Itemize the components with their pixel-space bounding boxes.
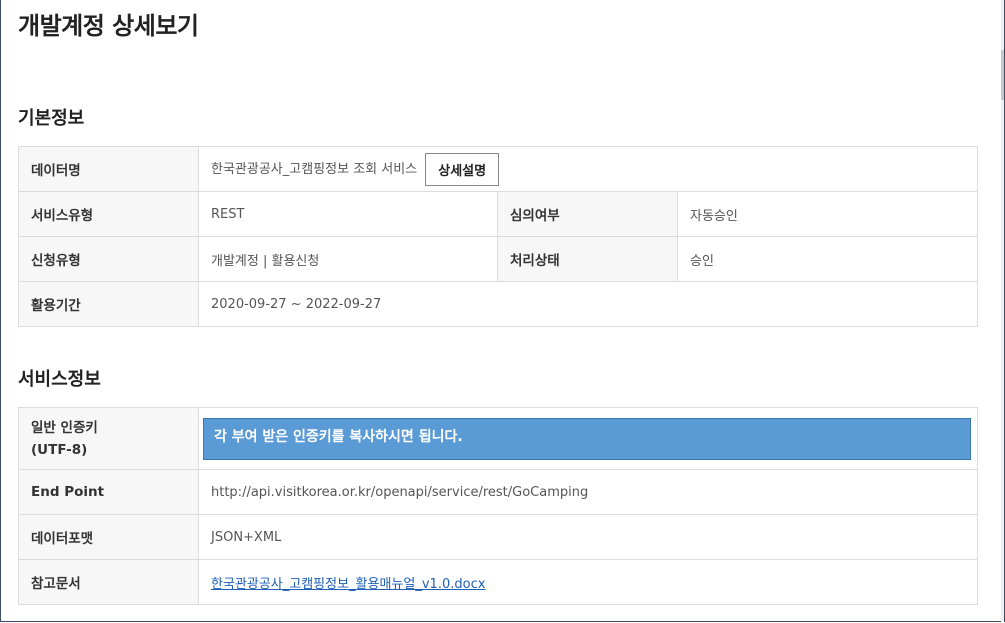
data-name-cell: 한국관광공사_고캠핑정보 조회 서비스 상세설명	[197, 146, 979, 192]
auth-key-label: 일반 인증키 (UTF-8)	[18, 407, 199, 470]
reference-doc-cell: 한국관광공사_고캠핑정보_활용매뉴얼_v1.0.docx	[198, 559, 978, 605]
period-value: 2020-09-27 ~ 2022-09-27	[197, 281, 979, 327]
auth-key-label-line1: 일반 인증키	[31, 419, 98, 436]
status-value: 승인	[676, 236, 979, 282]
data-name-value: 한국관광공사_고캠핑정보 조회 서비스	[211, 161, 418, 177]
period-label: 활용기간	[18, 281, 199, 327]
reference-doc-link[interactable]: 한국관광공사_고캠핑정보_활용매뉴얼_v1.0.docx	[211, 577, 485, 592]
apply-type-label: 신청유형	[18, 236, 199, 282]
service-type-label: 서비스유형	[18, 191, 199, 237]
data-format-value: JSON+XML	[198, 514, 978, 560]
section-title-basic: 기본정보	[18, 108, 85, 129]
apply-type-value: 개발계정 | 활용신청	[198, 236, 498, 282]
table-row: 일반 인증키 (UTF-8) 각 부여 받은 인증키를 복사하시면 됩니다.	[18, 407, 978, 470]
endpoint-label: End Point	[18, 469, 199, 515]
detail-description-button[interactable]: 상세설명	[425, 152, 500, 186]
table-row: 신청유형 개발계정 | 활용신청 처리상태 승인	[18, 236, 979, 282]
auth-key-label-line2: (UTF-8)	[31, 441, 88, 458]
review-label: 심의여부	[497, 191, 678, 237]
page-title: 개발계정 상세보기	[18, 12, 199, 40]
section-title-service: 서비스정보	[18, 369, 101, 390]
table-row: 활용기간 2020-09-27 ~ 2022-09-27	[18, 281, 979, 327]
auth-key-box[interactable]: 각 부여 받은 인증키를 복사하시면 됩니다.	[203, 417, 971, 460]
data-format-label: 데이터포맷	[18, 514, 199, 560]
table-row: 데이터명 한국관광공사_고캠핑정보 조회 서비스 상세설명	[18, 146, 979, 192]
table-row: End Point http://api.visitkorea.or.kr/op…	[18, 469, 978, 515]
table-row: 데이터포맷 JSON+XML	[18, 514, 978, 560]
review-value: 자동승인	[676, 191, 979, 237]
table-row: 서비스유형 REST 심의여부 자동승인	[18, 191, 979, 237]
reference-doc-label: 참고문서	[18, 559, 199, 605]
service-info-table: 일반 인증키 (UTF-8) 각 부여 받은 인증키를 복사하시면 됩니다. E…	[18, 407, 978, 605]
table-row: 참고문서 한국관광공사_고캠핑정보_활용매뉴얼_v1.0.docx	[18, 559, 978, 605]
basic-info-table: 데이터명 한국관광공사_고캠핑정보 조회 서비스 상세설명 서비스유형 REST…	[18, 146, 979, 327]
status-label: 처리상태	[497, 236, 678, 282]
endpoint-value: http://api.visitkorea.or.kr/openapi/serv…	[198, 469, 978, 515]
service-type-value: REST	[198, 191, 498, 237]
data-name-label: 데이터명	[18, 146, 199, 192]
auth-key-cell: 각 부여 받은 인증키를 복사하시면 됩니다.	[198, 407, 978, 470]
scrollbar-thumb[interactable]	[1001, 50, 1004, 100]
